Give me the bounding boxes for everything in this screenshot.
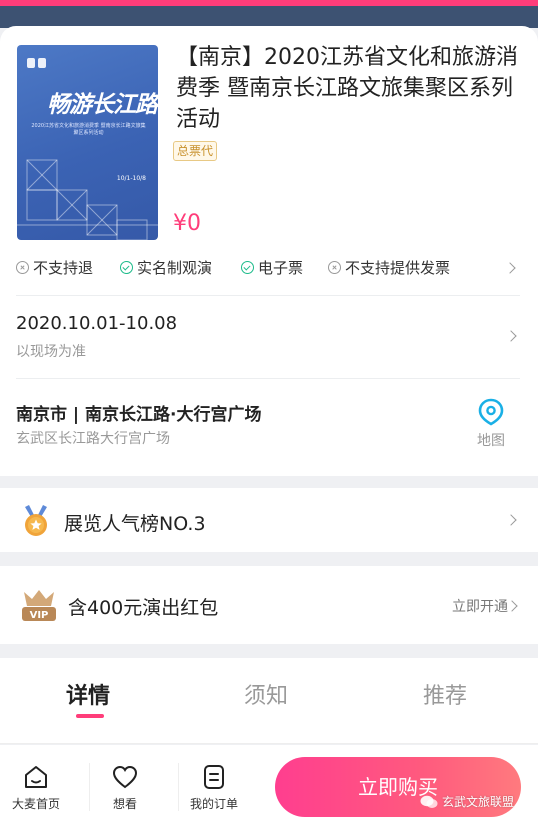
vip-crown-icon: VIP [22, 590, 56, 621]
watermark: 玄武文旅联盟 [420, 793, 514, 810]
event-price: ¥0 [173, 211, 201, 236]
service-item-real-name: 实名制观演 [120, 257, 212, 278]
tab-notice[interactable]: 须知 [244, 678, 288, 710]
divider [16, 295, 520, 296]
agent-tag: 总票代 [173, 141, 218, 161]
poster-grid-pattern [17, 159, 158, 240]
no-icon [328, 261, 341, 274]
ranking-row[interactable]: 展览人气榜NO.3 [0, 488, 538, 552]
nav-orders-label: 我的订单 [189, 797, 238, 811]
map-label: 地图 [477, 433, 505, 449]
bottom-action-bar: 大麦首页 想看 我的订单 立即购买 [0, 745, 538, 826]
tab-recommend[interactable]: 推荐 [423, 678, 467, 710]
nav-wishlist[interactable]: 想看 [85, 763, 165, 812]
tab-details[interactable]: 详情 [66, 678, 110, 710]
event-poster[interactable]: 畅游长江路 2020江苏省文化和旅游消费季 暨南京长江路文旅集聚区系列活动 10… [17, 45, 158, 240]
detail-tabs: 详情 须知 推荐 [0, 658, 538, 744]
event-date-range[interactable]: 2020.10.01-10.08 [16, 313, 177, 334]
chevron-right-icon [505, 514, 517, 526]
check-icon [120, 261, 133, 274]
medal-icon [25, 505, 47, 536]
svg-text:VIP: VIP [30, 610, 49, 621]
venue-address: 玄武区长江路大行宫广场 [16, 431, 170, 447]
divider [16, 378, 520, 379]
orders-icon [204, 765, 224, 789]
vip-open-link[interactable]: 立即开通 [452, 596, 508, 616]
service-item-e-ticket: 电子票 [241, 257, 303, 278]
nav-home[interactable]: 大麦首页 [0, 763, 76, 812]
service-label: 电子票 [258, 259, 304, 277]
no-icon [16, 261, 29, 274]
map-pin-icon [478, 398, 504, 426]
event-date-note: 以现场为准 [16, 344, 86, 360]
status-header [0, 0, 538, 28]
event-title: 【南京】2020江苏省文化和旅游消费季 暨南京长江路文旅集聚区系列活动 [176, 45, 518, 132]
map-button[interactable]: 地图 [468, 398, 514, 449]
heart-icon [112, 765, 138, 789]
nav-wishlist-label: 想看 [112, 797, 137, 811]
poster-logo [27, 53, 53, 68]
ranking-label: 展览人气榜NO.3 [64, 513, 206, 535]
service-label: 不支持提供发票 [345, 259, 451, 277]
service-item-no-refund: 不支持退 [16, 257, 93, 278]
nav-home-label: 大麦首页 [11, 797, 60, 811]
service-tags-row[interactable]: 不支持退 实名制观演 电子票 不支持提供发票 [16, 257, 526, 279]
vip-label: 含400元演出红包 [68, 597, 219, 619]
service-label: 实名制观演 [137, 259, 213, 277]
watermark-text: 玄武文旅联盟 [442, 795, 515, 809]
vip-promo-row[interactable]: VIP 含400元演出红包 立即开通 [0, 566, 538, 644]
chevron-right-icon [504, 262, 516, 274]
home-icon [25, 766, 47, 788]
chevron-right-icon [506, 600, 518, 612]
wechat-icon [420, 795, 438, 808]
venue-name[interactable]: 南京市 | 南京长江路·大行宫广场 [16, 400, 262, 425]
check-icon [241, 261, 254, 274]
nav-orders[interactable]: 我的订单 [174, 763, 254, 812]
service-item-no-invoice: 不支持提供发票 [328, 257, 450, 278]
poster-title: 畅游长江路 [47, 91, 158, 118]
tab-active-indicator [76, 714, 104, 718]
service-label: 不支持退 [33, 259, 94, 277]
accent-strip [0, 0, 538, 6]
